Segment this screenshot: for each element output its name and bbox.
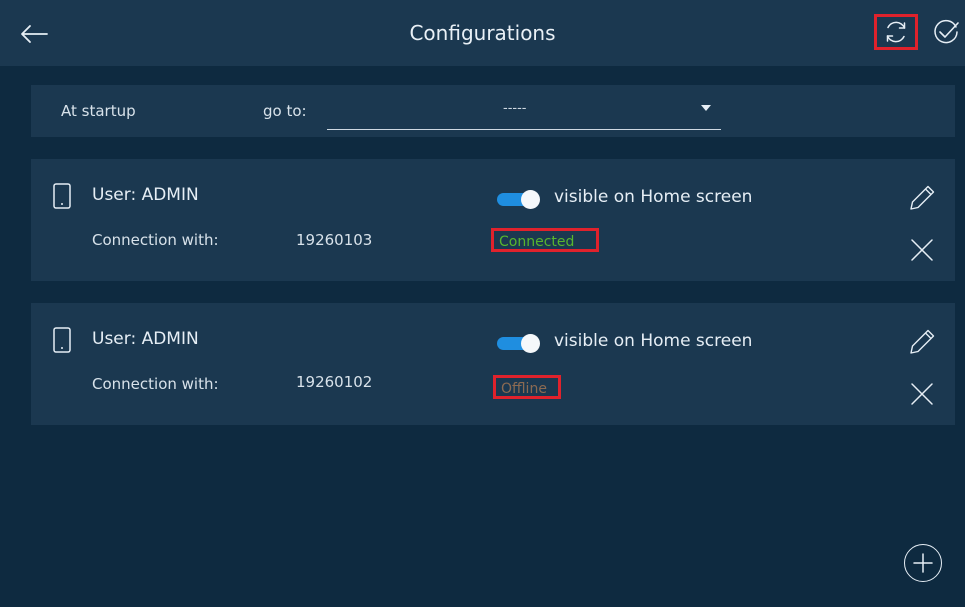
connection-label: Connection with: [92, 375, 219, 393]
startup-page-value: ----- [503, 101, 527, 116]
visible-toggle[interactable] [497, 190, 543, 209]
configuration-card: User: ADMIN visible on Home screen Conne… [31, 303, 955, 425]
app-window: Configurations At startup go to: ----- U… [0, 0, 965, 607]
delete-button[interactable] [907, 379, 937, 409]
plus-icon [913, 553, 933, 573]
close-icon [911, 239, 933, 261]
top-bar: Configurations [0, 0, 965, 66]
configuration-card: User: ADMIN visible on Home screen Conne… [31, 159, 955, 281]
tablet-icon [53, 327, 71, 353]
startup-page-select[interactable]: ----- [327, 97, 721, 130]
arrow-left-icon [21, 25, 48, 43]
user-label: User: ADMIN [92, 329, 199, 349]
pencil-icon [910, 329, 935, 354]
visible-toggle[interactable] [497, 334, 543, 353]
pencil-icon [910, 185, 935, 210]
confirm-button[interactable] [930, 16, 962, 48]
toggle-knob [521, 190, 540, 209]
status-badge: Offline [493, 375, 561, 399]
startup-setting: At startup go to: ----- [31, 85, 955, 137]
startup-label: At startup [61, 102, 136, 120]
dropdown-arrow-icon [701, 105, 711, 111]
back-button[interactable] [14, 14, 54, 54]
edit-button[interactable] [905, 325, 939, 359]
check-circle-icon [934, 19, 959, 44]
visible-label: visible on Home screen [554, 187, 753, 207]
toggle-knob [521, 334, 540, 353]
close-icon [911, 383, 933, 405]
connection-id: 19260103 [296, 231, 373, 249]
connection-label: Connection with: [92, 231, 219, 249]
page-title: Configurations [409, 21, 556, 45]
refresh-button[interactable] [874, 14, 918, 50]
edit-button[interactable] [905, 181, 939, 215]
refresh-icon [886, 21, 906, 43]
add-configuration-button[interactable] [904, 544, 942, 582]
status-badge: Connected [491, 228, 599, 252]
delete-button[interactable] [907, 235, 937, 265]
tablet-icon [53, 183, 71, 209]
visible-label: visible on Home screen [554, 331, 753, 351]
goto-label: go to: [263, 102, 307, 120]
user-label: User: ADMIN [92, 185, 199, 205]
connection-id: 19260102 [296, 373, 373, 391]
